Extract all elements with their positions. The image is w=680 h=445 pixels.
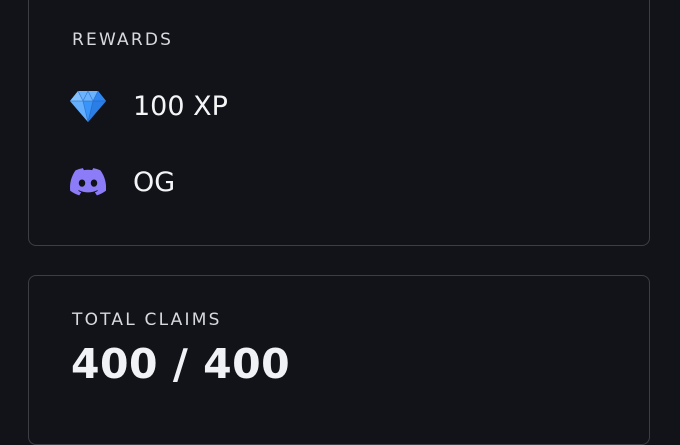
total-claims-heading: TOTAL CLAIMS [72, 310, 222, 330]
rewards-heading: REWARDS [72, 30, 174, 50]
total-claims-card: TOTAL CLAIMS 400 / 400 [28, 275, 650, 445]
discord-icon [69, 163, 107, 201]
reward-text-og: OG [133, 166, 176, 198]
reward-item-og: OG [69, 162, 175, 202]
rewards-card: REWARDS 100 XP OG [28, 0, 650, 246]
reward-text-xp: 100 XP [133, 90, 228, 122]
reward-item-xp: 100 XP [69, 86, 228, 126]
total-claims-value: 400 / 400 [71, 340, 291, 388]
diamond-icon [69, 87, 107, 125]
